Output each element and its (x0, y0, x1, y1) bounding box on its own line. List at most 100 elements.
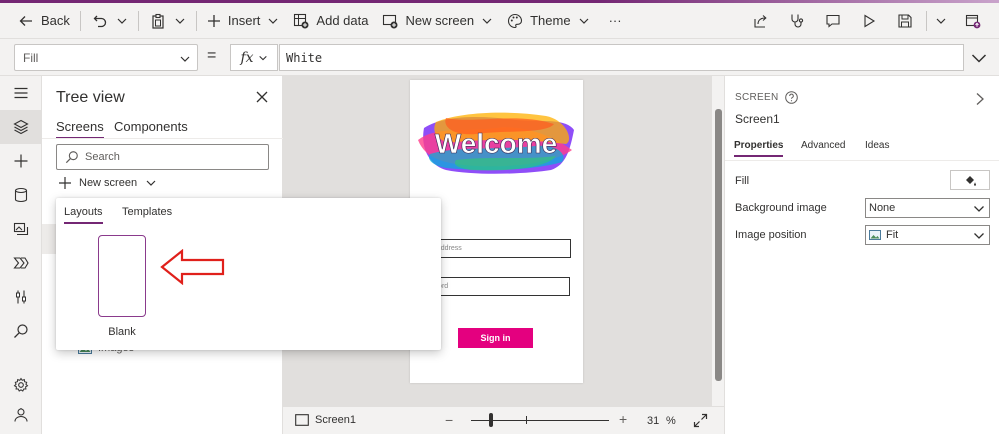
undo-button[interactable] (84, 3, 112, 38)
formula-text: White (286, 50, 323, 65)
tree-row-collapsed[interactable] (42, 224, 56, 254)
screen-selector[interactable]: Screen1 (295, 414, 356, 426)
search-placeholder: Search (85, 151, 120, 163)
search-icon (65, 151, 78, 164)
divider (195, 10, 197, 31)
background-image-label: Background image (735, 202, 827, 214)
more-commands-button[interactable]: ··· (597, 3, 629, 38)
formula-input[interactable]: White (279, 44, 964, 71)
search-rail-button[interactable] (0, 314, 42, 348)
preview-button[interactable] (851, 3, 887, 39)
theme-button[interactable]: Theme (500, 3, 596, 38)
expand-formula-chevron-icon[interactable] (971, 51, 987, 65)
plus-icon (14, 154, 28, 168)
back-label: Back (41, 13, 70, 28)
blank-layout-card[interactable] (98, 235, 146, 317)
advanced-tools-button[interactable] (0, 280, 42, 314)
chevron-right-icon[interactable] (975, 92, 985, 106)
background-image-dropdown[interactable]: None (865, 198, 990, 218)
menu-button[interactable] (0, 76, 42, 110)
property-value: Fill (23, 50, 39, 65)
share-icon (754, 15, 767, 28)
control-kind-label: SCREEN (735, 92, 779, 103)
canvas-status-bar: Screen1 − + 31 % (283, 406, 724, 434)
tab-components[interactable]: Components (114, 119, 188, 134)
scrollbar-thumb[interactable] (715, 109, 722, 381)
insert-button[interactable]: Insert (200, 3, 287, 38)
help-icon[interactable] (785, 91, 799, 104)
tools-icon (16, 290, 26, 304)
gear-icon (13, 377, 29, 392)
comments-button[interactable] (815, 3, 851, 39)
tab-templates[interactable]: Templates (122, 206, 172, 218)
canvas-scrollbar[interactable] (711, 76, 724, 406)
zoom-slider-thumb[interactable] (489, 413, 493, 427)
data-button[interactable] (0, 178, 42, 212)
add-data-button[interactable]: Add data (286, 3, 375, 38)
blank-layout-label: Blank (108, 326, 136, 338)
background-image-value: None (869, 202, 896, 214)
zoom-out-button[interactable]: − (445, 412, 453, 428)
tab-screens[interactable]: Screens (56, 119, 104, 139)
media-button[interactable] (0, 212, 42, 246)
command-bar-right (743, 3, 999, 39)
welcome-banner-image: Welcome (418, 112, 574, 174)
clipboard-icon (152, 13, 164, 29)
settings-button[interactable] (0, 368, 42, 402)
publish-button[interactable] (955, 3, 999, 39)
tab-ideas[interactable]: Ideas (865, 140, 889, 151)
command-bar: Back Insert Add data New screen Theme ··… (0, 3, 999, 39)
fit-to-window-icon[interactable] (693, 413, 708, 428)
paste-menu-button[interactable] (170, 3, 193, 38)
divider (137, 10, 139, 31)
left-rail (0, 76, 42, 434)
theme-label: Theme (530, 13, 571, 28)
undo-icon (93, 15, 107, 27)
app-checker-button[interactable] (779, 3, 815, 39)
image-position-dropdown[interactable]: Fit (865, 225, 990, 245)
power-automate-button[interactable] (0, 246, 42, 280)
screen-icon (295, 414, 309, 426)
chevron-down-icon (974, 233, 984, 239)
play-icon (864, 14, 876, 28)
search-input[interactable]: Search (56, 144, 269, 170)
power-apps-studio: Back Insert Add data New screen Theme ··… (0, 0, 999, 434)
tab-layouts[interactable]: Layouts (64, 206, 103, 224)
share-button[interactable] (743, 3, 779, 39)
sign-in-button: Sign in (458, 328, 533, 348)
new-screen-label: New screen (405, 13, 475, 28)
tab-advanced[interactable]: Advanced (801, 140, 845, 151)
database-icon (14, 187, 28, 203)
tree-view-button[interactable] (0, 110, 42, 144)
new-screen-menu-button[interactable]: New screen (58, 176, 157, 190)
function-button[interactable]: fx (230, 44, 278, 71)
tab-properties[interactable]: Properties (734, 140, 784, 157)
property-dropdown[interactable]: Fill (14, 44, 198, 71)
media-icon (13, 222, 29, 236)
chevron-down-icon (268, 18, 278, 24)
add-data-label: Add data (316, 13, 369, 28)
save-button[interactable] (887, 3, 917, 39)
paste-button[interactable] (142, 3, 170, 38)
stethoscope-icon (791, 14, 804, 28)
insert-rail-button[interactable] (0, 144, 42, 178)
back-button[interactable]: Back (0, 3, 77, 38)
plus-icon (207, 14, 220, 27)
divider (42, 138, 283, 139)
equals-sign: = (207, 47, 217, 64)
search-icon (14, 324, 28, 338)
fill-color-picker[interactable] (950, 170, 990, 190)
divider (79, 10, 81, 31)
fill-label: Fill (735, 175, 750, 187)
close-icon[interactable] (255, 90, 269, 104)
virtual-agent-button[interactable] (0, 398, 42, 432)
new-screen-label: New screen (79, 177, 138, 189)
chevron-down-icon (974, 206, 984, 212)
undo-menu-button[interactable] (112, 3, 135, 38)
zoom-slider-midmark (526, 416, 527, 424)
table-add-icon (294, 13, 309, 28)
save-menu-button[interactable] (917, 3, 955, 39)
divider (725, 160, 999, 161)
zoom-in-button[interactable]: + (619, 411, 627, 427)
new-screen-button[interactable]: New screen (375, 3, 500, 38)
